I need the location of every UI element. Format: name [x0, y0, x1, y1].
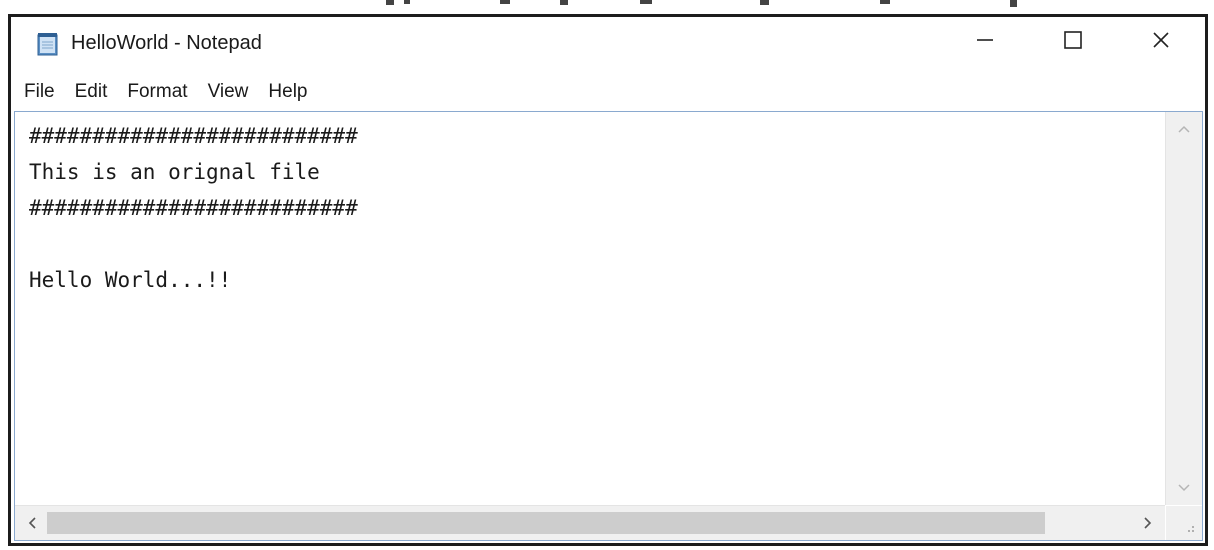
- cropped-caption-fragments: [386, 0, 1017, 7]
- notepad-icon: [35, 31, 61, 57]
- close-button[interactable]: [1117, 17, 1205, 67]
- close-icon: [1151, 30, 1171, 55]
- maximize-icon: [1063, 30, 1083, 55]
- menu-item-format[interactable]: Format: [127, 81, 187, 103]
- editor-frame: ########################## This is an or…: [14, 111, 1203, 541]
- menu-item-file[interactable]: File: [24, 81, 55, 103]
- notepad-window: HelloWorld - Notepad File Edit Format Vi…: [8, 14, 1208, 546]
- window-title: HelloWorld - Notepad: [71, 32, 262, 54]
- minimize-button[interactable]: [941, 17, 1029, 67]
- chevron-up-icon[interactable]: [1166, 116, 1202, 142]
- maximize-button[interactable]: [1029, 17, 1117, 67]
- chevron-down-icon[interactable]: [1166, 475, 1202, 501]
- cropped-caption-strip: [0, 0, 1214, 14]
- size-grip-icon[interactable]: [1166, 506, 1202, 540]
- chevron-right-icon[interactable]: [1133, 506, 1163, 540]
- minimize-icon: [975, 30, 995, 55]
- menu-bar: File Edit Format View Help: [11, 75, 1205, 109]
- menu-item-edit[interactable]: Edit: [75, 81, 108, 103]
- title-bar[interactable]: HelloWorld - Notepad: [11, 17, 1205, 75]
- menu-item-help[interactable]: Help: [268, 81, 307, 103]
- text-editor[interactable]: ########################## This is an or…: [15, 112, 1165, 505]
- chevron-left-icon[interactable]: [17, 506, 47, 540]
- menu-item-view[interactable]: View: [208, 81, 249, 103]
- horizontal-scrollbar[interactable]: [15, 505, 1165, 540]
- horizontal-scroll-thumb[interactable]: [47, 512, 1045, 534]
- vertical-scrollbar[interactable]: [1165, 112, 1202, 505]
